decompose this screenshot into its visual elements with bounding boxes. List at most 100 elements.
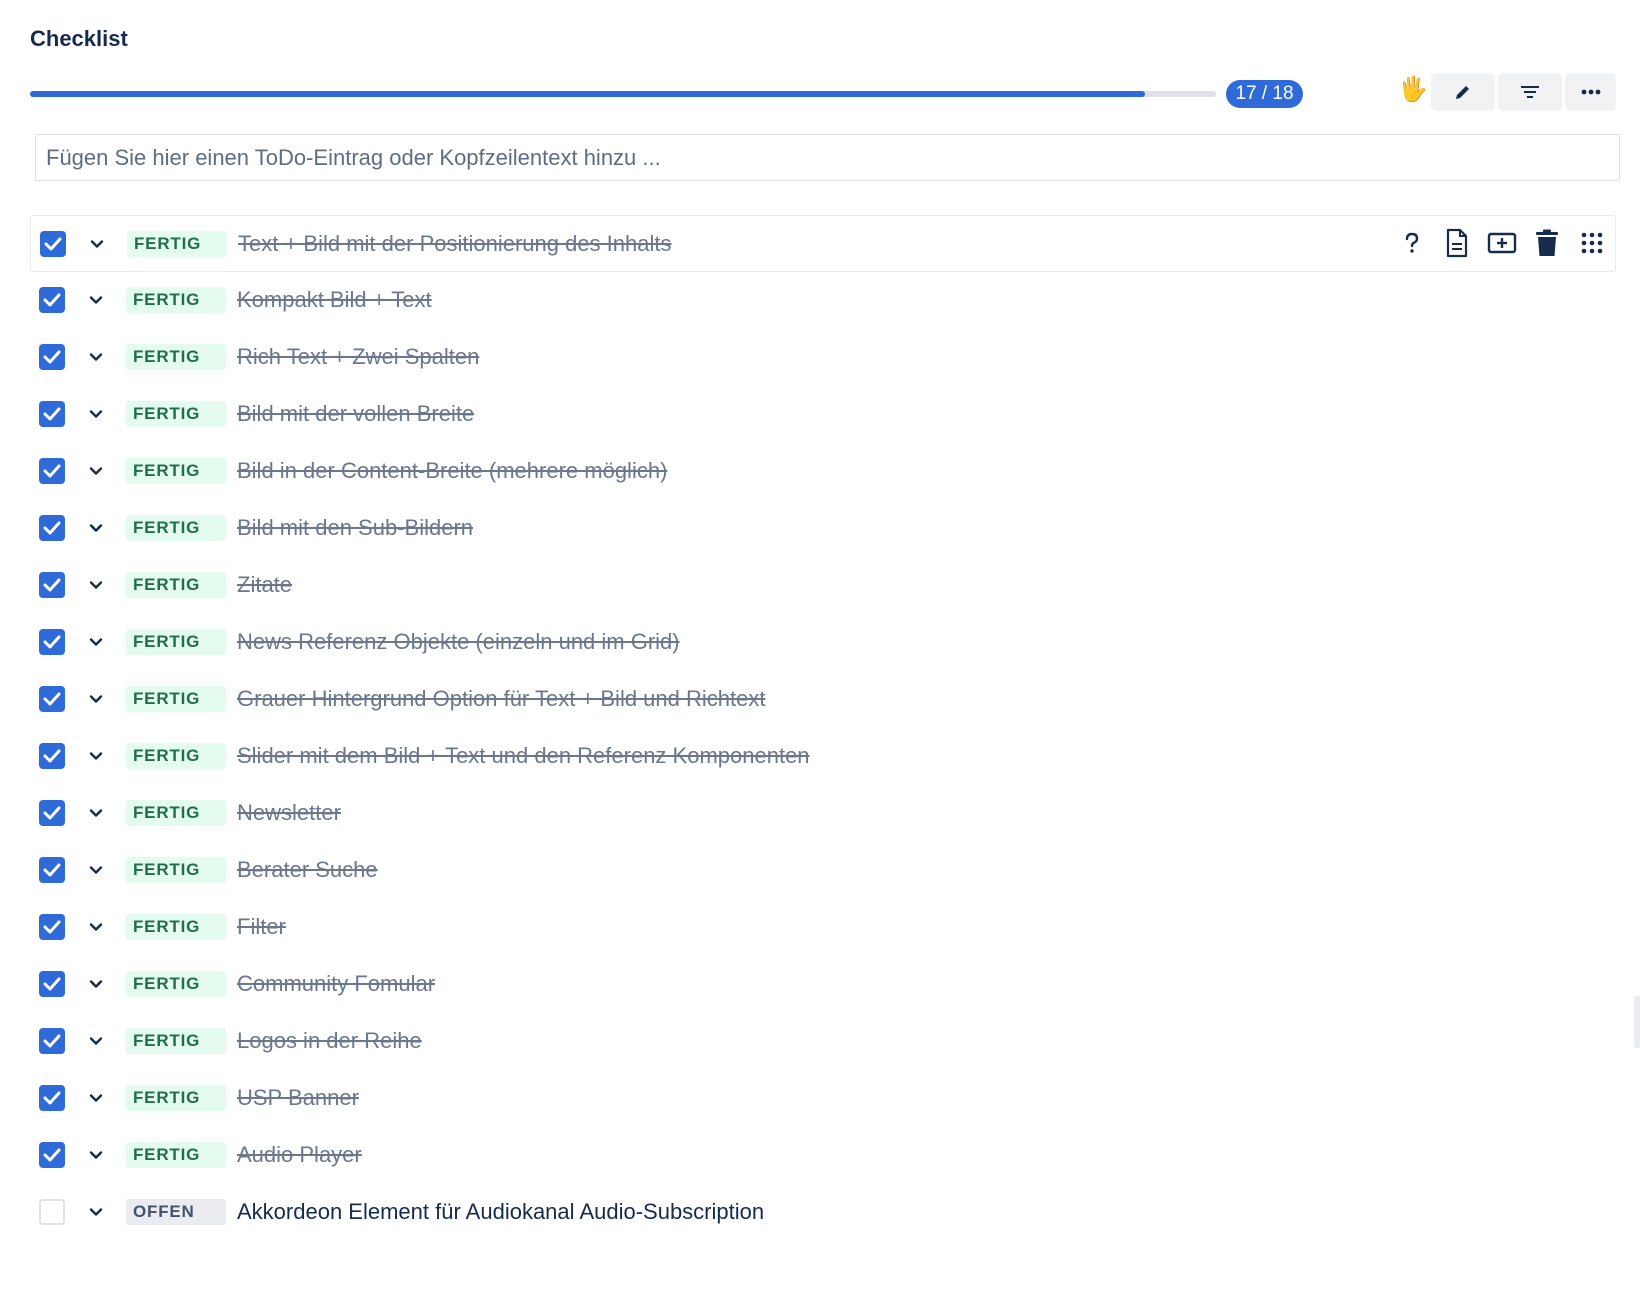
item-text[interactable]: Bild mit der vollen Breite: [237, 401, 474, 427]
status-badge[interactable]: FERTIG: [126, 572, 226, 598]
status-badge[interactable]: FERTIG: [126, 1085, 226, 1111]
add-item-input[interactable]: [35, 134, 1620, 181]
chevron-down-icon[interactable]: [88, 406, 104, 422]
item-checkbox[interactable]: [39, 1199, 65, 1225]
document-icon[interactable]: [1441, 227, 1472, 258]
edit-button[interactable]: [1431, 73, 1495, 111]
checklist-item[interactable]: FERTIG Zitate: [30, 557, 1616, 614]
item-text[interactable]: Bild mit den Sub-Bildern: [237, 515, 473, 541]
checklist-item[interactable]: FERTIG Slider mit dem Bild + Text und den…: [30, 728, 1616, 785]
status-badge[interactable]: FERTIG: [126, 1028, 226, 1054]
item-checkbox[interactable]: [39, 743, 65, 769]
checklist-item[interactable]: OFFEN Akkordeon Element für Audiokanal Au…: [30, 1184, 1616, 1241]
item-checkbox[interactable]: [39, 857, 65, 883]
checklist-item[interactable]: FERTIG Bild in der Content-Breite (mehrer…: [30, 443, 1616, 500]
item-checkbox[interactable]: [39, 1085, 65, 1111]
item-text[interactable]: Bild in der Content-Breite (mehrere mögl…: [237, 458, 667, 484]
status-badge[interactable]: FERTIG: [126, 857, 226, 883]
checklist-item[interactable]: FERTIG Logos in der Reihe: [30, 1013, 1616, 1070]
checklist-item[interactable]: FERTIG Newsletter: [30, 785, 1616, 842]
status-badge[interactable]: FERTIG: [126, 629, 226, 655]
status-badge[interactable]: FERTIG: [127, 231, 227, 257]
chevron-down-icon[interactable]: [88, 1090, 104, 1106]
chevron-down-icon[interactable]: [88, 1147, 104, 1163]
item-checkbox[interactable]: [39, 914, 65, 940]
drag-grid-icon[interactable]: [1576, 227, 1607, 258]
add-section-icon[interactable]: [1486, 227, 1517, 258]
checklist-item[interactable]: FERTIG Grauer Hintergrund Option für Text…: [30, 671, 1616, 728]
status-badge[interactable]: FERTIG: [126, 458, 226, 484]
chevron-down-icon[interactable]: [88, 634, 104, 650]
status-badge[interactable]: FERTIG: [126, 287, 226, 313]
checklist-item[interactable]: FERTIG Bild mit der vollen Breite: [30, 386, 1616, 443]
chevron-down-icon[interactable]: [88, 349, 104, 365]
item-checkbox[interactable]: [39, 458, 65, 484]
chevron-down-icon[interactable]: [88, 748, 104, 764]
status-badge[interactable]: FERTIG: [126, 344, 226, 370]
item-checkbox[interactable]: [39, 287, 65, 313]
item-checkbox[interactable]: [39, 800, 65, 826]
filter-button[interactable]: [1498, 73, 1562, 111]
item-text[interactable]: Filter: [237, 914, 286, 940]
item-checkbox[interactable]: [39, 572, 65, 598]
status-badge[interactable]: FERTIG: [126, 515, 226, 541]
checklist-item[interactable]: FERTIG Audio Player: [30, 1127, 1616, 1184]
item-text[interactable]: Berater Suche: [237, 857, 378, 883]
checklist-item[interactable]: FERTIG Rich Text + Zwei Spalten: [30, 329, 1616, 386]
chevron-down-icon[interactable]: [88, 520, 104, 536]
item-text[interactable]: Community Fomular: [237, 971, 435, 997]
status-badge[interactable]: FERTIG: [126, 743, 226, 769]
checklist-item[interactable]: FERTIG Text + Bild mit der Positionierung…: [30, 215, 1616, 272]
item-checkbox[interactable]: [39, 686, 65, 712]
item-text[interactable]: Rich Text + Zwei Spalten: [237, 344, 479, 370]
item-text[interactable]: Logos in der Reihe: [237, 1028, 422, 1054]
status-badge[interactable]: FERTIG: [126, 914, 226, 940]
raised-hand-icon[interactable]: 🖐: [1398, 75, 1428, 105]
chevron-down-icon[interactable]: [88, 919, 104, 935]
checklist-item[interactable]: FERTIG Community Fomular: [30, 956, 1616, 1013]
item-text[interactable]: Audio Player: [237, 1142, 362, 1168]
status-badge[interactable]: FERTIG: [126, 971, 226, 997]
chevron-down-icon[interactable]: [88, 463, 104, 479]
status-badge[interactable]: FERTIG: [126, 686, 226, 712]
item-checkbox[interactable]: [40, 231, 66, 257]
chevron-down-icon[interactable]: [88, 292, 104, 308]
checklist-item[interactable]: FERTIG News Referenz Objekte (einzeln und…: [30, 614, 1616, 671]
chevron-down-icon[interactable]: [88, 805, 104, 821]
chevron-down-icon[interactable]: [88, 976, 104, 992]
chevron-down-icon[interactable]: [89, 236, 105, 252]
item-text[interactable]: Zitate: [237, 572, 292, 598]
more-button[interactable]: [1565, 73, 1616, 111]
item-text[interactable]: Grauer Hintergrund Option für Text + Bil…: [237, 686, 765, 712]
status-badge[interactable]: OFFEN: [126, 1199, 226, 1225]
chevron-down-icon[interactable]: [88, 691, 104, 707]
item-text[interactable]: Slider mit dem Bild + Text und den Refer…: [237, 743, 810, 769]
item-text[interactable]: News Referenz Objekte (einzeln und im Gr…: [237, 629, 680, 655]
item-text[interactable]: USP Banner: [237, 1085, 359, 1111]
help-icon[interactable]: [1396, 227, 1427, 258]
item-text[interactable]: Text + Bild mit der Positionierung des I…: [238, 231, 672, 257]
chevron-down-icon[interactable]: [88, 1033, 104, 1049]
checklist-item[interactable]: FERTIG USP Banner: [30, 1070, 1616, 1127]
scrollbar[interactable]: [1634, 996, 1640, 1048]
status-badge[interactable]: FERTIG: [126, 1142, 226, 1168]
item-text[interactable]: Akkordeon Element für Audiokanal Audio-S…: [237, 1199, 764, 1225]
item-checkbox[interactable]: [39, 629, 65, 655]
item-checkbox[interactable]: [39, 1142, 65, 1168]
checklist-item[interactable]: FERTIG Bild mit den Sub-Bildern: [30, 500, 1616, 557]
checklist-item[interactable]: FERTIG Kompakt Bild + Text: [30, 272, 1616, 329]
chevron-down-icon[interactable]: [88, 577, 104, 593]
status-badge[interactable]: FERTIG: [126, 401, 226, 427]
checklist-item[interactable]: FERTIG Filter: [30, 899, 1616, 956]
trash-icon[interactable]: [1531, 227, 1562, 258]
item-checkbox[interactable]: [39, 344, 65, 370]
status-badge[interactable]: FERTIG: [126, 800, 226, 826]
item-text[interactable]: Kompakt Bild + Text: [237, 287, 432, 313]
checklist-item[interactable]: FERTIG Berater Suche: [30, 842, 1616, 899]
item-checkbox[interactable]: [39, 401, 65, 427]
item-checkbox[interactable]: [39, 515, 65, 541]
chevron-down-icon[interactable]: [88, 862, 104, 878]
item-checkbox[interactable]: [39, 1028, 65, 1054]
item-text[interactable]: Newsletter: [237, 800, 341, 826]
item-checkbox[interactable]: [39, 971, 65, 997]
